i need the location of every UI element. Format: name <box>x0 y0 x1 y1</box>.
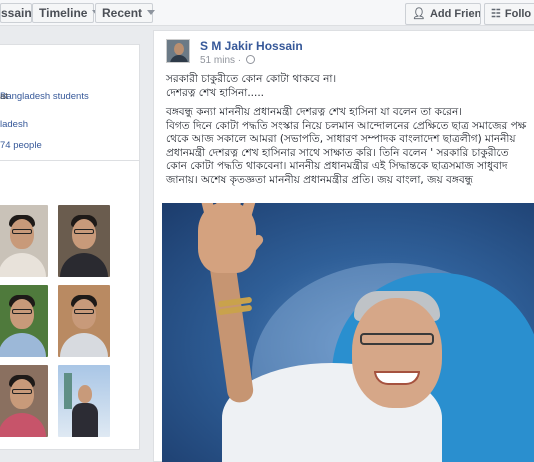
photo-thumbnail[interactable] <box>58 205 110 277</box>
post-photo[interactable] <box>162 203 534 462</box>
post-author[interactable]: S M Jakir Hossain <box>200 39 303 53</box>
tab-timeline-label: Timeline <box>39 6 88 20</box>
follow-button[interactable]: ☷ Follo <box>484 3 534 25</box>
post-text-line: সরকারী চাকুরীতে কোন কোটা থাকবে না। <box>166 73 337 85</box>
left-column: at Bangladesh students ladesh 74 people <box>0 44 140 174</box>
add-friend-button[interactable]: 👤︎Add Friend <box>405 3 481 25</box>
intro-link-school[interactable]: Bangladesh students <box>0 91 89 102</box>
follow-label: Follo <box>504 8 532 20</box>
tab-reviews-label: ssain <box>1 6 32 20</box>
avatar[interactable] <box>166 39 190 63</box>
intro-line-study: at Bangladesh students <box>0 91 89 102</box>
post-text-line: প্রধানমন্ত্রী দেশরত্ন শেখ হাসিনার সাথে স… <box>166 146 509 159</box>
add-friend-label: Add Friend <box>429 8 481 20</box>
profile-nav-bar: ssain Timeline Recent 👤︎Add Friend ☷Foll… <box>0 0 534 26</box>
tab-reviews[interactable]: ssain <box>0 3 32 23</box>
photos-grid <box>0 160 140 450</box>
intro-line-prefix: at <box>0 91 8 102</box>
post-text-line: বঙ্গবন্ধু কন্যা মাননীয় প্রধানমন্ত্রী দে… <box>166 106 462 118</box>
post-text-line: জানায়। অশেষ কৃতজ্ঞতা মাননীয় প্রধানমন্ত… <box>166 173 473 186</box>
person-plus-icon: 👤︎ <box>412 8 426 20</box>
post-text: সরকারী চাকুরীতে কোন কোটা থাকবে না। দেশরত… <box>166 73 534 187</box>
photo-thumbnail[interactable] <box>58 365 110 437</box>
tab-timeline[interactable]: Timeline <box>32 3 101 23</box>
photo-thumbnail[interactable] <box>0 205 48 277</box>
tab-recent-label: Recent <box>102 6 143 20</box>
photo-thumbnail[interactable] <box>0 365 48 437</box>
intro-line-followers[interactable]: 74 people <box>0 140 42 151</box>
post-text-line: বিগত দিনে কোটা পদ্ধতি সংস্কার নিয়ে চলমা… <box>166 119 527 132</box>
intro-card: at Bangladesh students ladesh 74 people <box>0 44 140 174</box>
rss-icon: ☷ <box>491 8 501 20</box>
post-text-line: কোন কোটা পদ্ধতি থাকবেনা। মাননীয় প্রধানম… <box>166 160 508 172</box>
tab-recent[interactable]: Recent <box>95 3 156 23</box>
chevron-down-icon <box>147 10 156 15</box>
photo-thumbnail[interactable] <box>0 285 48 357</box>
post-text-line: থেকে আজ সকালে আমরা (সভাপতি, সাধারণ সম্পা… <box>166 133 516 145</box>
globe-icon <box>245 55 255 64</box>
post-timestamp[interactable]: 51 mins · <box>200 55 255 66</box>
intro-line-location[interactable]: ladesh <box>0 119 28 130</box>
post-text-line: দেশরত্ন শেখ হাসিনা..... <box>166 86 265 99</box>
post-card: S M Jakir Hossain 51 mins · সরকারী চাকুর… <box>153 30 534 462</box>
photo-thumbnail[interactable] <box>58 285 110 357</box>
post-time: 51 mins · <box>200 55 244 66</box>
